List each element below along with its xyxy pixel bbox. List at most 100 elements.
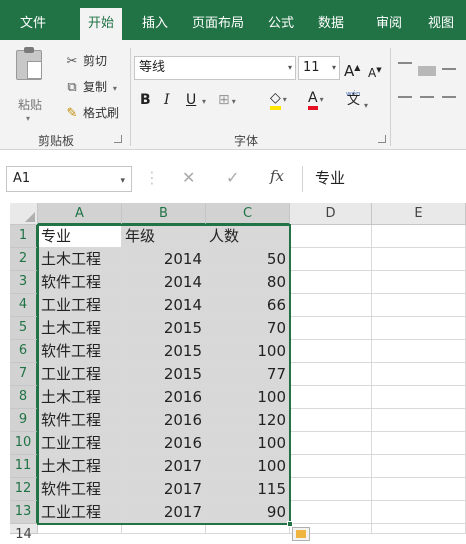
border-button[interactable]: ⊞ ▾ <box>218 90 236 112</box>
tab-insert[interactable]: 插入 <box>142 14 168 34</box>
cell-c9[interactable]: 120 <box>206 409 290 432</box>
cell-c4[interactable]: 66 <box>206 294 290 317</box>
cell-d10[interactable] <box>290 432 372 455</box>
bold-button[interactable]: B <box>140 90 151 112</box>
cell-d8[interactable] <box>290 386 372 409</box>
cell-c3[interactable]: 80 <box>206 271 290 294</box>
align-right-icon[interactable] <box>442 96 456 98</box>
column-header-e[interactable]: E <box>372 203 466 225</box>
quick-analysis-icon[interactable] <box>292 527 310 541</box>
cell-d7[interactable] <box>290 363 372 386</box>
cell-d12[interactable] <box>290 478 372 501</box>
cell-d9[interactable] <box>290 409 372 432</box>
font-launcher-icon[interactable] <box>378 135 386 143</box>
column-header-d[interactable]: D <box>290 203 372 225</box>
cell-e12[interactable] <box>372 478 466 501</box>
cell-d6[interactable] <box>290 340 372 363</box>
cell-b6[interactable]: 2015 <box>122 340 206 363</box>
cell-d13[interactable] <box>290 501 372 524</box>
cell-c8[interactable]: 100 <box>206 386 290 409</box>
shrink-font-button[interactable]: A▼ <box>368 60 382 82</box>
row-header-7[interactable]: 7 <box>10 363 38 386</box>
row-header-8[interactable]: 8 <box>10 386 38 409</box>
format-painter-button[interactable]: ✎ 格式刷 <box>64 104 119 124</box>
tab-page-layout[interactable]: 页面布局 <box>192 14 244 34</box>
cell-b8[interactable]: 2016 <box>122 386 206 409</box>
tab-view[interactable]: 视图 <box>428 14 454 34</box>
cell-c7[interactable]: 77 <box>206 363 290 386</box>
cell-c12[interactable]: 115 <box>206 478 290 501</box>
row-header-4[interactable]: 4 <box>10 294 38 317</box>
underline-dropdown[interactable]: ▾ <box>200 90 206 112</box>
cell-c5[interactable]: 70 <box>206 317 290 340</box>
cell-a2[interactable]: 土木工程 <box>38 248 122 271</box>
row-header-13[interactable]: 13 <box>10 501 38 524</box>
align-middle-icon[interactable] <box>418 66 436 76</box>
column-header-c[interactable]: C <box>206 203 290 225</box>
cell-b5[interactable]: 2015 <box>122 317 206 340</box>
tab-data[interactable]: 数据 <box>318 14 344 34</box>
cell-d1[interactable] <box>290 225 372 248</box>
cell-a11[interactable]: 土木工程 <box>38 455 122 478</box>
cell-b12[interactable]: 2017 <box>122 478 206 501</box>
cell-e14[interactable] <box>372 524 466 534</box>
cell-c11[interactable]: 100 <box>206 455 290 478</box>
column-header-a[interactable]: A <box>38 203 122 225</box>
cell-e9[interactable] <box>372 409 466 432</box>
cancel-icon[interactable]: ✕ <box>182 168 195 187</box>
row-header-6[interactable]: 6 <box>10 340 38 363</box>
cell-b13[interactable]: 2017 <box>122 501 206 524</box>
fill-color-button[interactable]: ◇ ▾ <box>270 88 287 110</box>
cell-a9[interactable]: 软件工程 <box>38 409 122 432</box>
column-header-b[interactable]: B <box>122 203 206 225</box>
cell-b2[interactable]: 2014 <box>122 248 206 271</box>
cell-a14[interactable] <box>38 524 122 534</box>
cell-b9[interactable]: 2016 <box>122 409 206 432</box>
cell-e2[interactable] <box>372 248 466 271</box>
insert-function-icon[interactable]: fx <box>270 167 284 185</box>
cell-d5[interactable] <box>290 317 372 340</box>
cell-e10[interactable] <box>372 432 466 455</box>
enter-icon[interactable]: ✓ <box>226 168 239 187</box>
cell-e4[interactable] <box>372 294 466 317</box>
row-header-14[interactable]: 14 <box>10 524 38 542</box>
cell-e11[interactable] <box>372 455 466 478</box>
cell-b1[interactable]: 年级 <box>122 225 206 248</box>
cell-c10[interactable]: 100 <box>206 432 290 455</box>
align-center-icon[interactable] <box>420 96 434 98</box>
phonetic-button[interactable]: wén 文 ▾ <box>346 86 368 110</box>
cut-button[interactable]: ✂ 剪切 <box>64 52 107 72</box>
cell-a6[interactable]: 软件工程 <box>38 340 122 363</box>
align-left-icon[interactable] <box>398 96 412 98</box>
row-header-1[interactable]: 1 <box>10 225 38 248</box>
cell-b10[interactable]: 2016 <box>122 432 206 455</box>
clipboard-launcher-icon[interactable] <box>114 135 122 143</box>
cell-e7[interactable] <box>372 363 466 386</box>
cell-a4[interactable]: 工业工程 <box>38 294 122 317</box>
tab-review[interactable]: 审阅 <box>376 14 402 34</box>
cell-e6[interactable] <box>372 340 466 363</box>
cell-a12[interactable]: 软件工程 <box>38 478 122 501</box>
row-header-3[interactable]: 3 <box>10 271 38 294</box>
select-all-button[interactable] <box>10 203 38 225</box>
italic-button[interactable]: I <box>164 90 170 112</box>
cell-c1[interactable]: 人数 <box>206 225 290 248</box>
align-bottom-icon[interactable] <box>442 68 456 70</box>
cell-a1[interactable]: 专业 <box>38 225 122 248</box>
cell-b4[interactable]: 2014 <box>122 294 206 317</box>
tab-formulas[interactable]: 公式 <box>268 14 294 34</box>
align-top-icon[interactable] <box>398 62 412 64</box>
cell-d4[interactable] <box>290 294 372 317</box>
cell-c2[interactable]: 50 <box>206 248 290 271</box>
tab-file[interactable]: 文件 <box>20 14 46 34</box>
grow-font-button[interactable]: A▲ <box>344 58 360 80</box>
cell-b14[interactable] <box>122 524 206 534</box>
formula-input[interactable]: 专业 <box>302 166 466 192</box>
cell-a3[interactable]: 软件工程 <box>38 271 122 294</box>
cell-a13[interactable]: 工业工程 <box>38 501 122 524</box>
row-header-10[interactable]: 10 <box>10 432 38 455</box>
cell-d2[interactable] <box>290 248 372 271</box>
font-size-select[interactable]: 11 ▾ <box>298 56 340 80</box>
row-header-12[interactable]: 12 <box>10 478 38 501</box>
cell-e8[interactable] <box>372 386 466 409</box>
